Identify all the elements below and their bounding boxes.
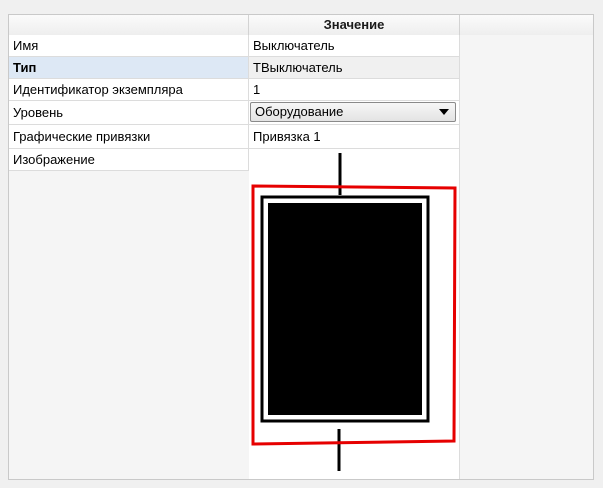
property-row-image[interactable]: Изображение <box>9 149 593 479</box>
switch-symbol-icon <box>251 153 457 471</box>
property-value-type[interactable]: ТВыключатель <box>249 57 460 79</box>
property-row-level[interactable]: Уровень Оборудование <box>9 101 593 125</box>
property-label: Идентификатор экземпляра <box>9 79 249 101</box>
property-row-instance-id[interactable]: Идентификатор экземпляра 1 <box>9 79 593 101</box>
property-row-type[interactable]: Тип ТВыключатель <box>9 57 593 79</box>
property-value-image[interactable] <box>249 149 460 479</box>
empty-cell <box>460 35 593 57</box>
header-value-column[interactable]: Значение <box>249 15 460 35</box>
header-extra-column <box>460 15 593 35</box>
property-label: Уровень <box>9 101 249 125</box>
property-label: Тип <box>9 57 249 79</box>
empty-cell <box>460 57 593 79</box>
chevron-down-icon[interactable] <box>439 109 449 115</box>
property-value-level-cell: Оборудование <box>249 101 460 125</box>
property-value-instance-id[interactable]: 1 <box>249 79 460 101</box>
property-row-graphic-bindings[interactable]: Графические привязки Привязка 1 <box>9 125 593 149</box>
level-dropdown-value: Оборудование <box>255 104 344 119</box>
property-value-name[interactable]: Выключатель <box>249 35 460 57</box>
property-value-graphic-bindings[interactable]: Привязка 1 <box>249 125 460 149</box>
level-dropdown[interactable]: Оборудование <box>250 102 456 122</box>
empty-cell <box>460 125 593 149</box>
property-label: Изображение <box>9 149 249 171</box>
property-label: Имя <box>9 35 249 57</box>
empty-cell <box>460 149 593 479</box>
property-grid: Значение Имя Выключатель Тип ТВыключател… <box>8 14 594 480</box>
header-name-column[interactable] <box>9 15 249 35</box>
property-row-name[interactable]: Имя Выключатель <box>9 35 593 57</box>
empty-cell <box>460 79 593 101</box>
grid-header: Значение <box>9 15 593 36</box>
empty-cell <box>460 101 593 125</box>
property-label: Графические привязки <box>9 125 249 149</box>
